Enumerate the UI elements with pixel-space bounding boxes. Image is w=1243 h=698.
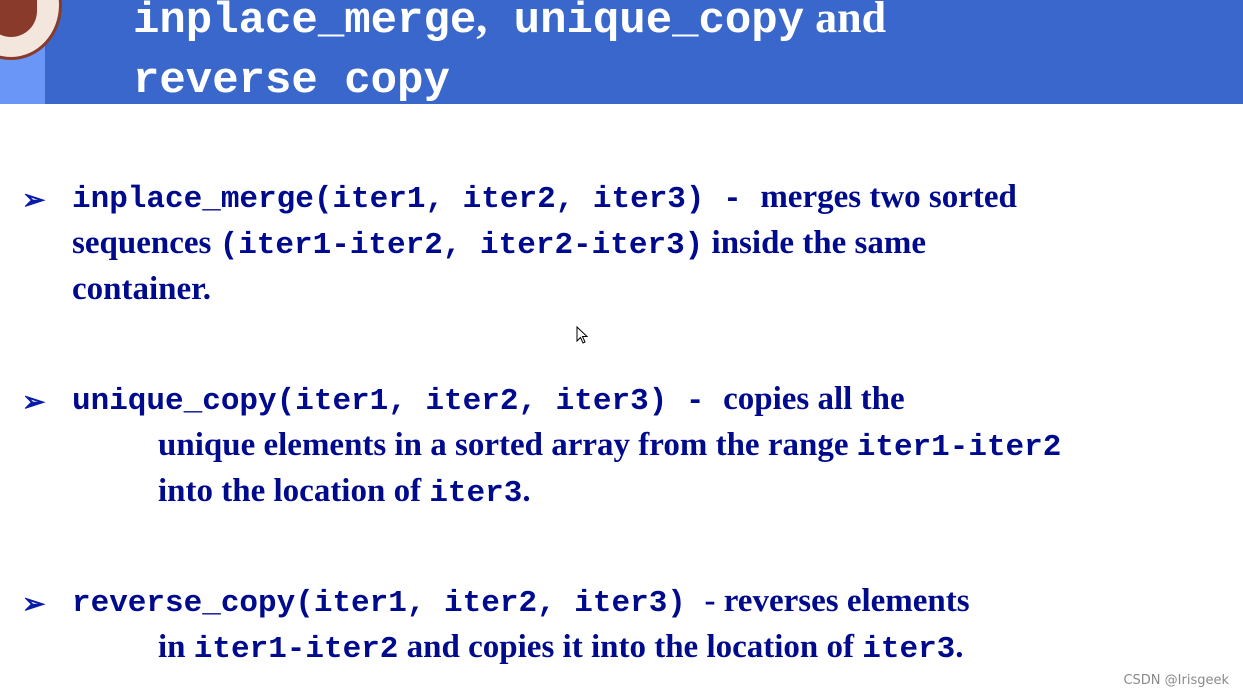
- bullet-text-line: unique_copy(iter1, iter2, iter3) - copie…: [72, 376, 905, 425]
- text: merges two sorted: [760, 179, 1017, 215]
- text: inside the same: [703, 225, 927, 261]
- code-text: iter1-iter2: [193, 632, 399, 667]
- text: .: [522, 473, 531, 509]
- code-text: reverse_copy(iter1, iter2, iter3): [72, 586, 705, 621]
- bullet-text-line: inplace_merge(iter1, iter2, iter3) - mer…: [72, 174, 1017, 223]
- bullet-text-line: container.: [72, 266, 211, 312]
- watermark: CSDN @Irisgeek: [1123, 673, 1229, 688]
- text: into the location of: [158, 473, 430, 509]
- bullet-text-line: unique elements in a sorted array from t…: [158, 422, 1061, 471]
- code-text: unique_copy(iter1, iter2, iter3) -: [72, 384, 724, 419]
- code-text: iter1-iter2: [856, 430, 1062, 465]
- bullet-text-line: sequences (iter1-iter2, iter2-iter3) ins…: [72, 220, 926, 269]
- text: container.: [72, 271, 212, 307]
- code-text: iter3: [862, 632, 956, 667]
- text: copies all the: [723, 381, 905, 417]
- text: .: [955, 629, 964, 665]
- arrow-bullet-icon: ➢: [22, 387, 46, 418]
- code-text: inplace_merge(iter1, iter2, iter3) -: [72, 182, 761, 217]
- code-text: iter3: [429, 476, 523, 511]
- text: sequences: [72, 225, 220, 261]
- bullet-text-line: in iter1-iter2 and copies it into the lo…: [158, 624, 964, 673]
- text: - reverses elements: [704, 583, 970, 619]
- text: unique elements in a sorted array from t…: [158, 427, 857, 463]
- bullet-text-line: reverse_copy(iter1, iter2, iter3) - reve…: [72, 578, 970, 627]
- text: and copies it into the location of: [398, 629, 863, 665]
- arrow-bullet-icon: ➢: [22, 185, 46, 216]
- arrow-bullet-icon: ➢: [22, 589, 46, 620]
- slide-title: inplace_merge, unique_copy and reverse c…: [133, 0, 887, 106]
- bullet-text-line: into the location of iter3.: [158, 468, 531, 517]
- text: in: [158, 629, 194, 665]
- code-text: (iter1-iter2, iter2-iter3): [219, 228, 704, 263]
